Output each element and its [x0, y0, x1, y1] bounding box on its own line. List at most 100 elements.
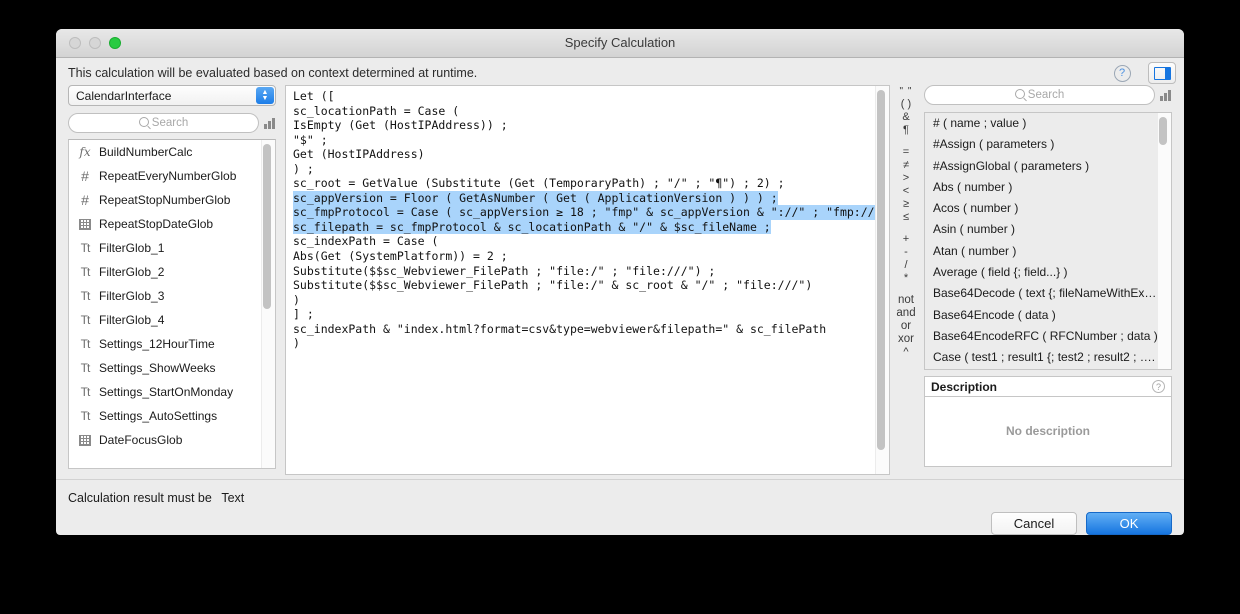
list-item[interactable]: # RepeatEveryNumberGlob	[69, 164, 275, 188]
list-item[interactable]: Tt Settings_12HourTime	[69, 332, 275, 356]
text-icon: Tt	[80, 337, 91, 351]
function-list-item[interactable]: Base64Decode ( text {; fileNameWithEx…	[925, 283, 1171, 304]
function-list-item[interactable]: # ( name ; value )	[925, 113, 1171, 134]
operator-button[interactable]: not	[898, 294, 914, 307]
formula-line: sc_indexPath = Case (	[293, 234, 439, 249]
fields-chart-icon[interactable]	[264, 117, 276, 129]
toggle-panel-button[interactable]	[1148, 62, 1176, 84]
formula-line-selected: sc_appVersion = Floor ( GetAsNumber ( Ge…	[293, 190, 778, 206]
functions-chart-icon[interactable]	[1160, 89, 1172, 101]
formula-scrollbar-thumb[interactable]	[877, 90, 885, 450]
list-item[interactable]: # RepeatStopNumberGlob	[69, 188, 275, 212]
list-item-label: Settings_AutoSettings	[99, 409, 218, 423]
description-body: No description	[1005, 424, 1090, 438]
calendar-icon	[79, 434, 91, 446]
list-item[interactable]: DateFocusGlob	[69, 428, 275, 452]
operator-button[interactable]: " "	[900, 85, 913, 98]
list-item[interactable]: Tt Settings_AutoSettings	[69, 404, 275, 428]
operator-button[interactable]: >	[903, 172, 909, 185]
function-list-item[interactable]: Base64EncodeRFC ( RFCNumber ; data )	[925, 326, 1171, 347]
function-list-item[interactable]: Case ( test1 ; result1 {; test2 ; result…	[925, 347, 1171, 368]
functions-scrollbar-thumb[interactable]	[1159, 117, 1167, 145]
formula-editor[interactable]: Let ([ sc_locationPath = Case ( IsEmpty …	[285, 85, 890, 475]
result-type-row: Calculation result must be Text	[68, 491, 244, 505]
operator-button[interactable]: ¶	[903, 124, 909, 137]
window-titlebar: Specify Calculation	[56, 29, 1184, 58]
functions-scrollbar-track[interactable]	[1157, 113, 1171, 369]
operator-button[interactable]: ( )	[901, 98, 911, 111]
text-icon: Tt	[80, 385, 91, 399]
function-list-item[interactable]: Asin ( number )	[925, 219, 1171, 240]
operator-button[interactable]: ^	[903, 346, 908, 359]
operator-button[interactable]: *	[904, 272, 908, 285]
fx-icon: fx	[79, 145, 91, 159]
list-item[interactable]: Tt FilterGlob_3	[69, 284, 275, 308]
footer-divider	[56, 479, 1184, 480]
operator-button[interactable]: ≥	[903, 198, 909, 211]
list-item[interactable]: Tt Settings_StartOnMonday	[69, 380, 275, 404]
calendar-icon	[79, 218, 91, 230]
operators-palette: " "( ) & ¶ = ≠ > < ≥ ≤ + - / * not and or xor ^	[890, 85, 922, 475]
result-type-value[interactable]: Text	[221, 491, 244, 505]
context-select[interactable]: CalendarInterface ▲ ▼	[68, 85, 276, 106]
dialog-body: CalendarInterface ▲ ▼ Search fx BuildNumbe…	[68, 85, 1172, 475]
chevron-updown-icon: ▲ ▼	[256, 87, 274, 104]
list-item[interactable]: Tt FilterGlob_4	[69, 308, 275, 332]
fields-search-row: Search	[68, 113, 276, 133]
formula-line: )	[293, 336, 300, 351]
list-item[interactable]: Tt FilterGlob_2	[69, 260, 275, 284]
formula-line: Substitute($$sc_Webviewer_FilePath ; "fi…	[293, 278, 813, 293]
list-item[interactable]: RepeatStopDateGlob	[69, 212, 275, 236]
fields-search-placeholder: Search	[69, 117, 258, 129]
function-list-item[interactable]: #AssignGlobal ( parameters )	[925, 156, 1171, 177]
fields-list[interactable]: fx BuildNumberCalc # RepeatEveryNumberGlob #…	[68, 139, 276, 469]
fields-search-input[interactable]: Search	[68, 113, 259, 133]
operator-button[interactable]: ≤	[903, 211, 909, 224]
functions-pane: Search # ( name ; value ) #Assign ( param…	[924, 85, 1172, 475]
functions-search-placeholder: Search	[925, 89, 1154, 101]
function-list-item[interactable]: Base64Encode ( data )	[925, 305, 1171, 326]
formula-line-selected: sc_fmpProtocol = Case ( sc_appVersion ≥ …	[293, 205, 889, 220]
context-hint-text: This calculation will be evaluated based…	[68, 66, 478, 80]
operator-button[interactable]: =	[903, 146, 909, 159]
list-item-label: FilterGlob_4	[99, 313, 165, 327]
description-title: Description	[931, 380, 998, 394]
operator-button[interactable]: &	[902, 111, 909, 124]
list-item[interactable]: Tt Settings_ShowWeeks	[69, 356, 275, 380]
operator-button[interactable]: ≠	[903, 159, 909, 172]
formula-text[interactable]: Let ([ sc_locationPath = Case ( IsEmpty …	[293, 89, 889, 351]
function-list-item[interactable]: #Assign ( parameters )	[925, 134, 1171, 155]
formula-line: sc_indexPath & "index.html?format=csv&ty…	[293, 321, 827, 336]
function-list-item[interactable]: Atan ( number )	[925, 241, 1171, 262]
function-list-item[interactable]: Abs ( number )	[925, 177, 1171, 198]
function-list-item[interactable]: Average ( field {; field...} )	[925, 262, 1171, 283]
formula-pane: Let ([ sc_locationPath = Case ( IsEmpty …	[285, 85, 922, 475]
list-item-label: RepeatEveryNumberGlob	[99, 169, 237, 183]
list-item-label: Settings_StartOnMonday	[99, 385, 234, 399]
operator-button[interactable]: /	[904, 259, 907, 272]
operator-button[interactable]: xor	[898, 333, 914, 346]
list-item-label: Settings_ShowWeeks	[99, 361, 216, 375]
functions-search-input[interactable]: Search	[924, 85, 1155, 105]
side-panel-icon	[1153, 66, 1171, 80]
operator-button[interactable]: +	[903, 233, 909, 246]
formula-line-selected: sc_filepath = sc_fmpProtocol & sc_locati…	[293, 219, 771, 235]
cancel-button[interactable]: Cancel	[991, 512, 1077, 535]
help-button[interactable]: ?	[1109, 62, 1135, 84]
list-item[interactable]: fx BuildNumberCalc	[69, 140, 275, 164]
operator-button[interactable]: -	[904, 246, 908, 259]
ok-button[interactable]: OK	[1086, 512, 1172, 535]
function-list-item[interactable]: Acos ( number )	[925, 198, 1171, 219]
formula-line: Abs(Get (SystemPlatform)) = 2 ;	[293, 249, 508, 264]
formula-line: sc_locationPath = Case (	[293, 103, 460, 118]
specify-calculation-window: Specify Calculation This calculation wil…	[56, 29, 1184, 535]
operator-button[interactable]: <	[903, 185, 909, 198]
functions-list[interactable]: # ( name ; value ) #Assign ( parameters )…	[924, 112, 1172, 370]
list-item[interactable]: Tt FilterGlob_1	[69, 236, 275, 260]
text-icon: Tt	[80, 409, 91, 423]
operator-button[interactable]: or	[901, 320, 911, 333]
fields-scrollbar-thumb[interactable]	[263, 144, 271, 309]
operator-button[interactable]: and	[896, 307, 915, 320]
description-help-icon[interactable]: ?	[1152, 380, 1165, 393]
search-icon	[1014, 89, 1025, 99]
